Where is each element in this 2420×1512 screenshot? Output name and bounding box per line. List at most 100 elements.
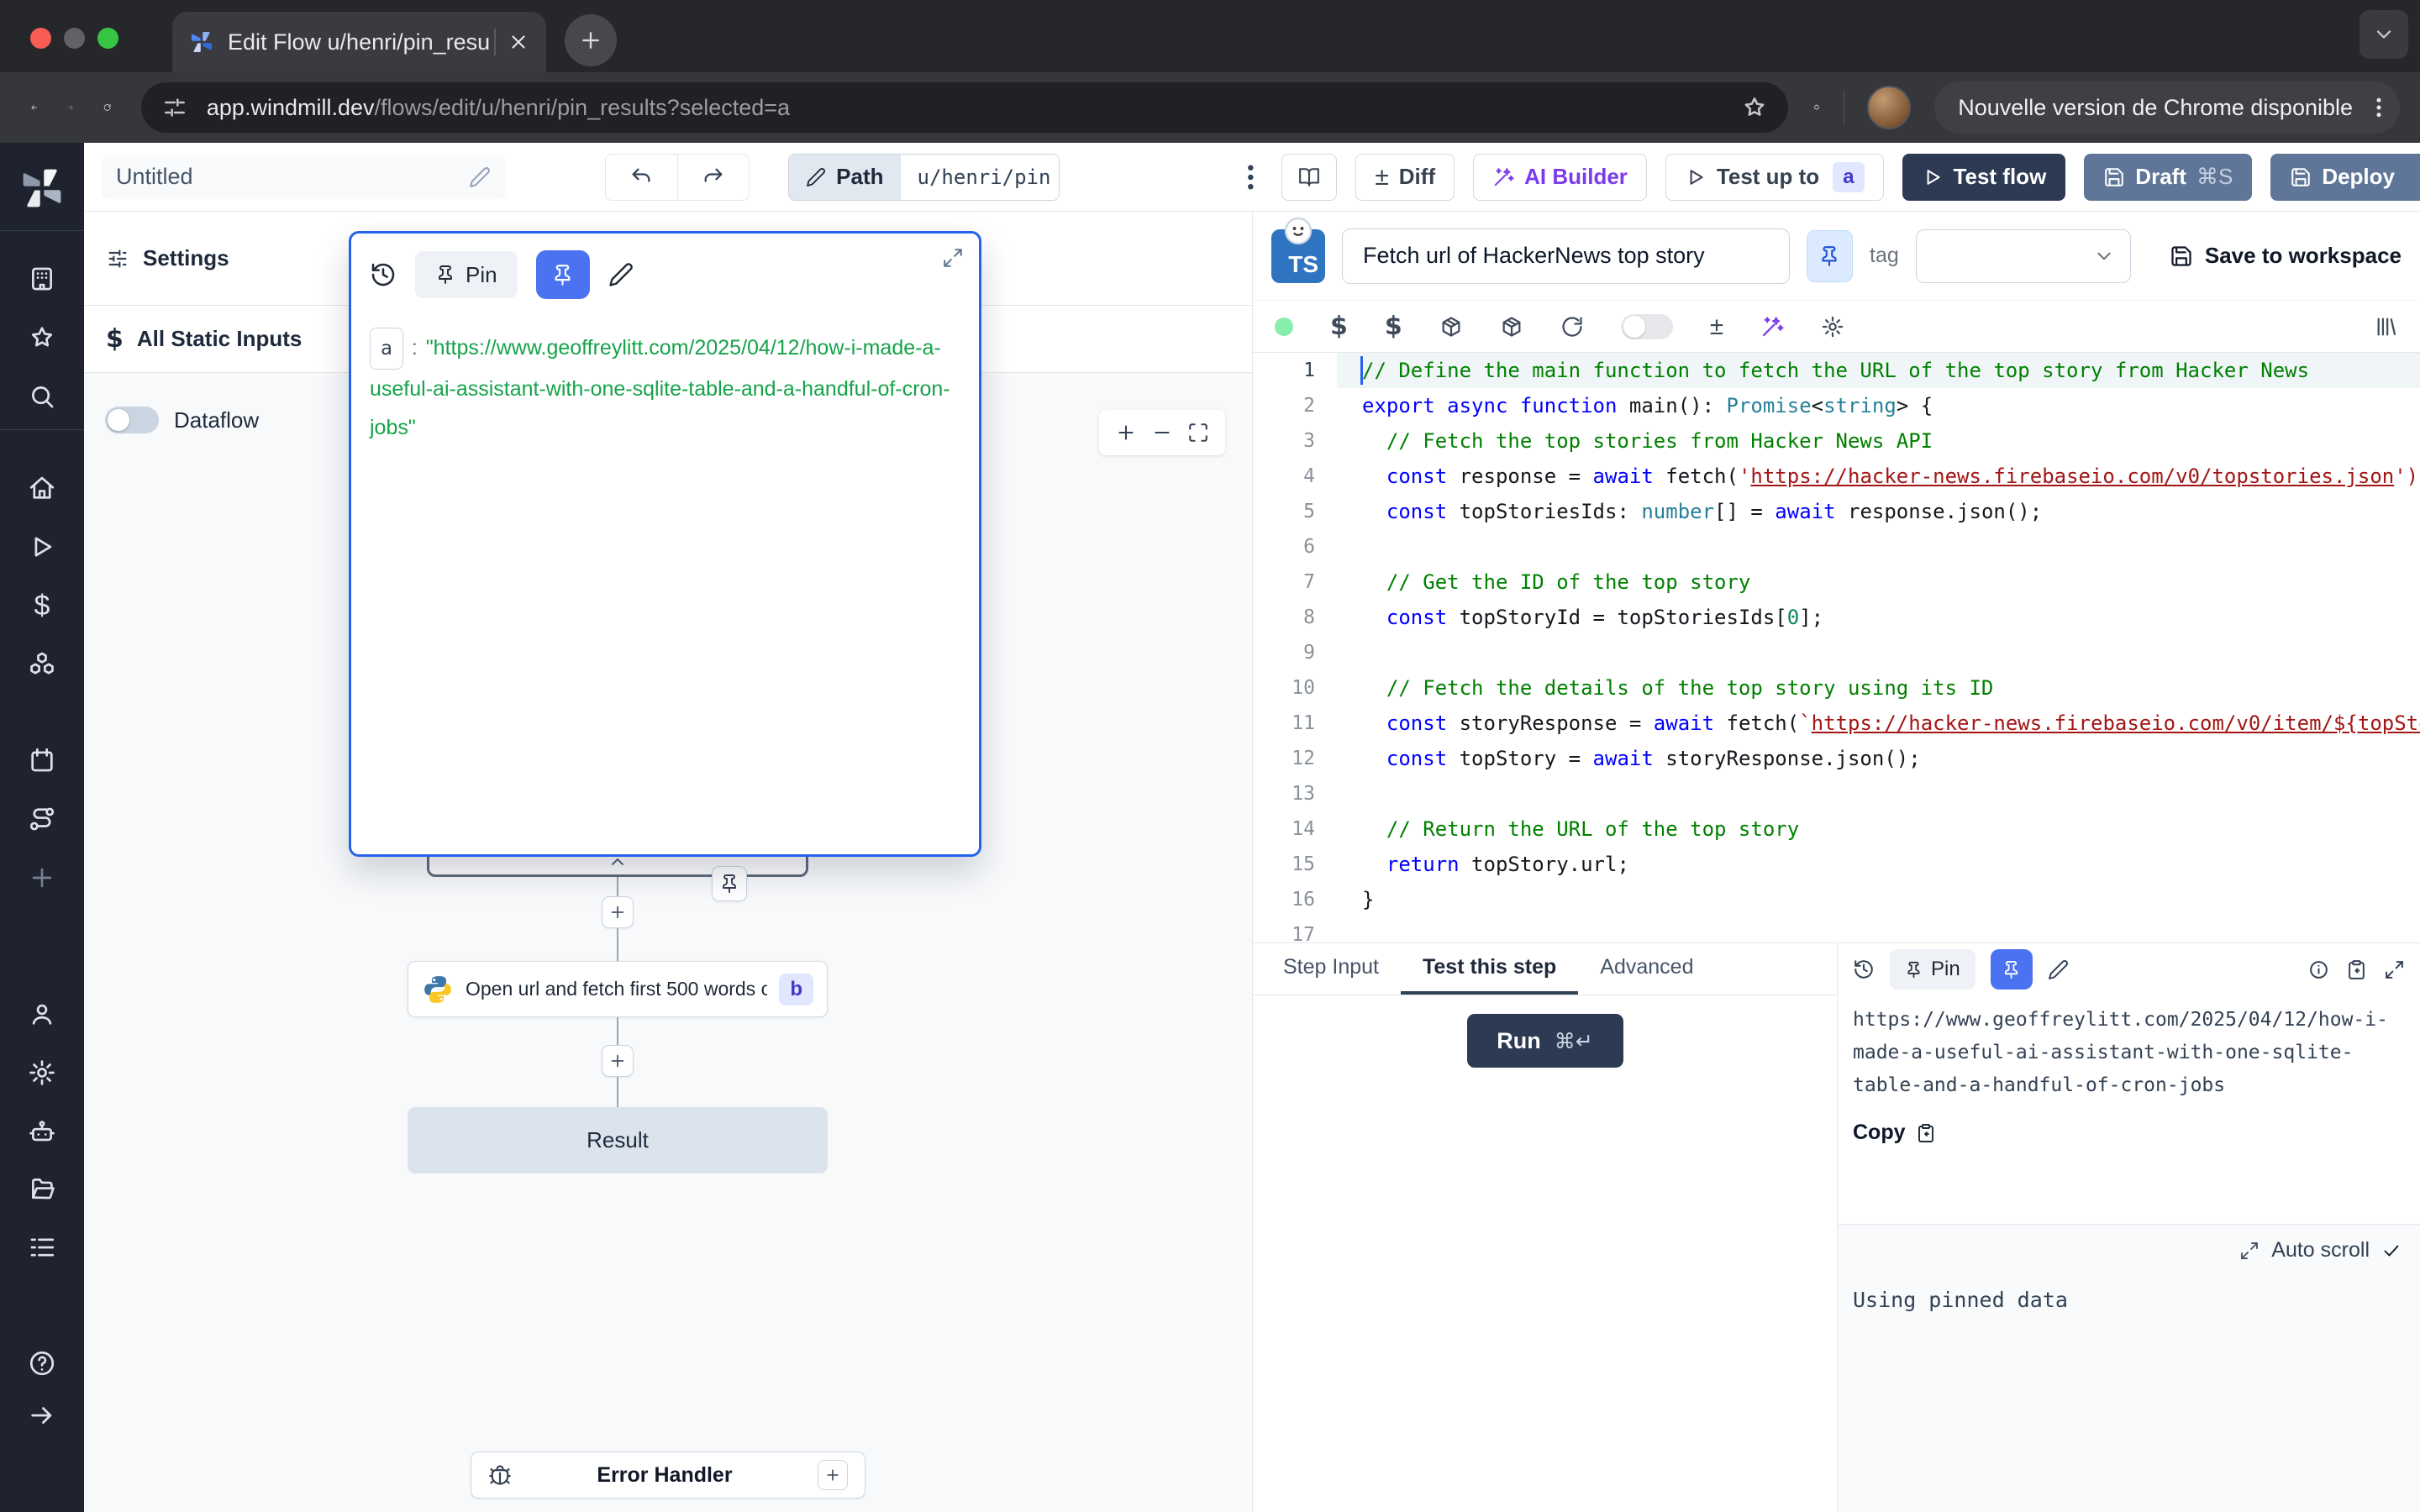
test-up-to-button[interactable]: Test up toa [1665, 154, 1884, 201]
code-line-1[interactable]: 1// Define the main function to fetch th… [1253, 353, 2420, 388]
step-summary-field[interactable]: Fetch url of HackerNews top story [1342, 228, 1790, 284]
code-line-14[interactable]: 14 // Return the URL of the top story [1253, 811, 2420, 847]
browser-tab[interactable]: Edit Flow u/henri/pin_results [172, 12, 546, 72]
copy-button[interactable]: Copy [1853, 1121, 2405, 1145]
editor-toggle[interactable] [1621, 314, 1673, 339]
tag-select[interactable] [1916, 229, 2131, 283]
dataflow-toggle[interactable] [105, 407, 159, 433]
pin-active-button[interactable] [1991, 949, 2033, 990]
back-button[interactable] [30, 91, 38, 124]
pin-active-button[interactable] [536, 250, 590, 299]
code-line-11[interactable]: 11 const storyResponse = await fetch(`ht… [1253, 706, 2420, 741]
code-editor[interactable]: 1// Define the main function to fetch th… [1253, 353, 2420, 942]
profile-avatar[interactable] [1867, 86, 1911, 129]
tab-step-input[interactable]: Step Input [1261, 943, 1401, 995]
code-line-15[interactable]: 15 return topStory.url; [1253, 847, 2420, 882]
sidebar-item-runs[interactable] [28, 533, 56, 561]
ai-builder-button[interactable]: AI Builder [1473, 154, 1647, 201]
expand-icon[interactable] [2384, 959, 2405, 980]
code-line-5[interactable]: 5 const topStoriesIds: number[] = await … [1253, 494, 2420, 529]
tab-search-button[interactable] [2360, 10, 2408, 59]
zoom-in-button[interactable] [1115, 422, 1137, 444]
history-icon[interactable] [370, 261, 397, 288]
sidebar-item-logs[interactable] [28, 1233, 56, 1262]
code-line-6[interactable]: 6 [1253, 529, 2420, 564]
edit-pin-icon[interactable] [2048, 959, 2069, 980]
package-icon[interactable] [1500, 315, 1523, 339]
variables-icon[interactable]: $ [1330, 312, 1348, 341]
sidebar-item-resources[interactable] [28, 650, 56, 679]
deploy-button[interactable]: Deploy [2270, 154, 2420, 201]
diff-icon[interactable]: ± [1710, 312, 1723, 341]
site-settings-icon[interactable] [161, 94, 188, 121]
bookmark-star-icon[interactable] [1741, 94, 1768, 121]
more-options-button[interactable] [1234, 160, 1267, 194]
flow-name-field[interactable]: Untitled [101, 155, 506, 199]
code-line-17[interactable]: 17 [1253, 917, 2420, 942]
minimize-window-button[interactable] [64, 28, 85, 49]
step-b-node[interactable]: Open url and fetch first 500 words of ..… [408, 961, 828, 1017]
code-line-9[interactable]: 9 [1253, 635, 2420, 670]
sidebar-item-help[interactable] [28, 1349, 56, 1378]
redo-button[interactable] [677, 155, 749, 200]
edit-path-button[interactable]: Path [789, 155, 900, 200]
draft-button[interactable]: Draft⌘S [2084, 154, 2252, 201]
code-line-3[interactable]: 3 // Fetch the top stories from Hacker N… [1253, 423, 2420, 459]
auto-scroll-control[interactable]: Auto scroll [1838, 1225, 2420, 1263]
diff-button[interactable]: ±Diff [1355, 154, 1455, 201]
sidebar-item-settings[interactable] [28, 1058, 56, 1087]
sidebar-item-variables[interactable]: $ [28, 591, 56, 620]
code-line-2[interactable]: 2export async function main(): Promise<s… [1253, 388, 2420, 423]
zoom-window-button[interactable] [97, 28, 118, 49]
forward-button[interactable] [66, 91, 74, 124]
sidebar-item-schedules[interactable] [28, 746, 56, 774]
gear-icon[interactable] [1821, 315, 1844, 339]
save-to-workspace-button[interactable]: Save to workspace [2170, 243, 2402, 269]
tab-test-this-step[interactable]: Test this step [1401, 943, 1578, 995]
edit-pin-icon[interactable] [608, 262, 634, 287]
info-icon[interactable] [2308, 959, 2329, 980]
code-line-12[interactable]: 12 const topStory = await storyResponse.… [1253, 741, 2420, 776]
sidebar-item-apps[interactable] [28, 265, 56, 293]
add-error-handler-button[interactable] [818, 1460, 848, 1490]
sidebar-item-create[interactable] [28, 864, 56, 892]
test-flow-button[interactable]: Test flow [1902, 154, 2066, 201]
reset-icon[interactable] [1560, 315, 1584, 339]
step-a-pin-badge[interactable] [712, 866, 747, 901]
sidebar-item-favorites[interactable] [28, 323, 56, 352]
undo-button[interactable] [606, 155, 677, 200]
run-button[interactable]: Run ⌘↵ [1467, 1014, 1623, 1068]
error-handler-node[interactable]: Error Handler [471, 1452, 865, 1499]
chrome-update-button[interactable]: Nouvelle version de Chrome disponible [1934, 81, 2400, 134]
sidebar-item-triggers[interactable] [28, 805, 56, 833]
docs-button[interactable] [1281, 154, 1337, 201]
code-line-7[interactable]: 7 // Get the ID of the top story [1253, 564, 2420, 600]
insert-step-button[interactable] [602, 896, 634, 928]
sidebar-item-home[interactable] [28, 474, 56, 502]
history-icon[interactable] [1853, 958, 1875, 980]
insert-step-button[interactable] [602, 1045, 634, 1077]
kebab-menu-icon[interactable] [2366, 95, 2391, 120]
sidebar-item-users[interactable] [28, 1000, 56, 1028]
code-line-13[interactable]: 13 [1253, 776, 2420, 811]
sidebar-item-workers[interactable] [28, 1117, 56, 1146]
fit-view-button[interactable] [1187, 422, 1209, 444]
sidebar-item-folders[interactable] [28, 1174, 56, 1203]
library-icon[interactable] [2375, 315, 2398, 339]
expand-icon[interactable] [2239, 1241, 2260, 1261]
pin-button[interactable]: Pin [415, 251, 518, 298]
pin-button[interactable]: Pin [1890, 949, 1975, 990]
extensions-icon[interactable] [1813, 93, 1820, 122]
tab-advanced[interactable]: Advanced [1578, 943, 1715, 995]
package-icon[interactable] [1439, 315, 1463, 339]
code-line-10[interactable]: 10 // Fetch the details of the top story… [1253, 670, 2420, 706]
result-node[interactable]: Result [408, 1107, 828, 1173]
code-line-8[interactable]: 8 const topStoryId = topStoriesIds[0]; [1253, 600, 2420, 635]
path-value[interactable]: u/henri/pin [901, 155, 1060, 200]
ai-wand-icon[interactable] [1760, 315, 1784, 339]
zoom-out-button[interactable] [1151, 422, 1173, 444]
code-line-16[interactable]: 16} [1253, 882, 2420, 917]
tab-close-icon[interactable] [508, 31, 529, 53]
pin-toggle-button[interactable] [1807, 230, 1853, 282]
resources-dollar-icon[interactable]: $ [1385, 312, 1402, 341]
